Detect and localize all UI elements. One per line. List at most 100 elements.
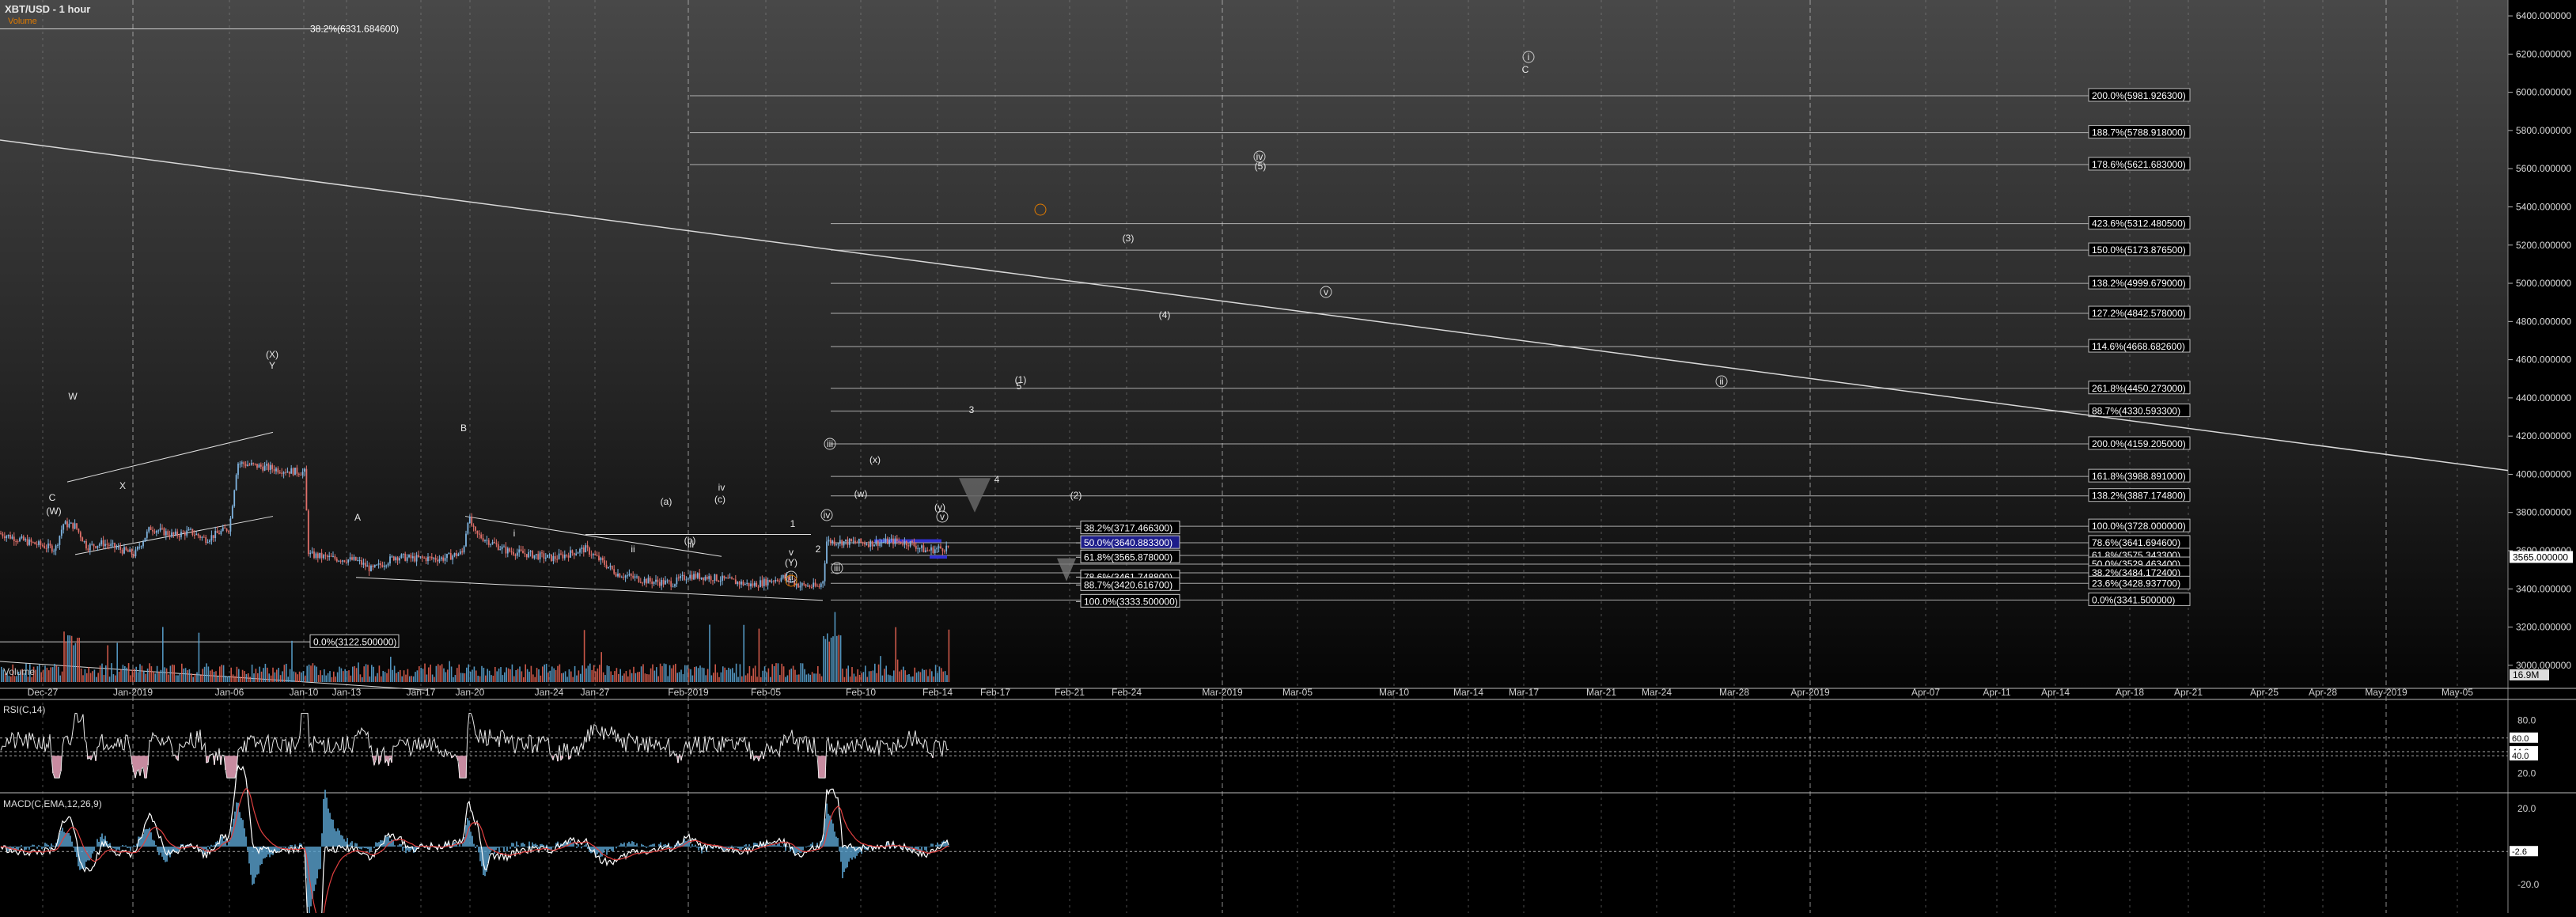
volume-bar [819,673,820,682]
volume-bar [748,665,751,682]
rsi-tick-label: 80.0 [2517,714,2536,726]
volume-bar [627,676,629,682]
candle-body [628,574,631,576]
volume-bar [316,666,317,682]
y-tick-label: 4200.000000 [2516,430,2571,441]
rsi-label: RSI(C,14) [3,704,46,715]
candle-body [26,539,28,545]
volume-bar [107,645,108,682]
candle-body [556,559,559,560]
candle-body [114,543,116,548]
volume-bar [188,669,191,682]
volume-bar [274,672,276,682]
candle-body [778,581,780,582]
candle-body [362,563,365,565]
volume-bar [412,676,415,682]
candle-body [150,527,152,530]
volume-bar [31,676,32,682]
volume-bar [832,636,834,682]
candle-body [733,578,735,580]
candle-body [866,544,868,545]
candle-body [506,548,509,554]
candle-body [222,527,224,531]
volume-bar [122,665,124,682]
candle-body [655,579,657,582]
volume-bar [241,669,244,682]
candle-body [2,533,4,536]
wave-label: (c) [714,494,725,505]
fib-label: 138.2%(4999.679000) [2092,278,2186,289]
mid-fib-label: 50.0%(3640.883300) [1084,537,1172,548]
volume-bar [874,663,876,682]
volume-bar [614,671,616,682]
candle-body [544,557,547,559]
candle-body [305,468,308,511]
volume-bar [149,663,150,682]
volume-bar [305,675,306,682]
wave-label: ii [789,571,793,582]
candle-body [586,545,589,548]
volume-bar [469,672,472,682]
volume-bar [293,671,295,682]
wave-label: X [119,480,126,491]
candle [551,554,552,563]
candle-body [11,536,13,539]
candle-body [585,545,587,553]
candle-body [685,579,688,581]
candle-body [3,536,6,539]
volume-bar [927,676,929,682]
candle-body [941,548,944,551]
candle-body [418,555,419,557]
candle-body [157,530,160,532]
volume-bar [105,665,107,682]
volume-bar [88,666,89,682]
candle-body [195,533,198,536]
volume-bar [403,670,405,682]
volume-bar [468,664,469,682]
candle-body [51,545,53,552]
candle-body [155,531,157,533]
volume-bar [488,670,491,682]
candle-body [499,549,502,551]
candle-body [596,555,598,556]
volume-bar [27,676,29,682]
volume-bar [644,673,646,682]
volume-bar [249,676,251,682]
indicator-pane-background [0,688,2508,913]
candle-body [696,573,699,578]
volume-bar [494,666,496,682]
volume-bar [583,630,585,682]
candle-body [277,468,279,473]
candle-body [457,554,460,556]
volume-bar [903,666,904,682]
wave-label: iii [834,563,840,574]
candle-body [653,582,655,584]
volume-pane-label: Volume [3,666,36,677]
candle-body [285,472,286,473]
candle-body [820,583,822,587]
price-chart[interactable]: Dec-27 Jan-2019 Jan-06 Jan-10 Jan-13 Jan-17 Ja… [0,0,2576,917]
candle-body [81,537,84,542]
volume-bar [540,675,542,682]
wave-label: (W) [46,506,61,517]
candle-body [494,542,495,544]
volume-bar [111,663,112,682]
candle-body [665,580,666,585]
candle-body [320,552,323,559]
volume-bar [705,675,707,682]
y-tick-label: 4000.000000 [2516,468,2571,479]
volume-bar [431,674,434,682]
volume-bar [419,666,420,682]
volume-bar [652,664,653,682]
candle-body [835,544,837,545]
volume-bar [790,668,792,682]
candle-body [524,553,526,555]
candle-body [354,556,357,561]
volume-bar [491,675,492,682]
wave-label: (4) [1159,309,1171,320]
wave-label: ii [1719,376,1723,387]
candle-body [98,544,100,546]
candle-body [571,550,574,553]
candle-body [165,531,167,536]
candle-body [484,540,486,541]
